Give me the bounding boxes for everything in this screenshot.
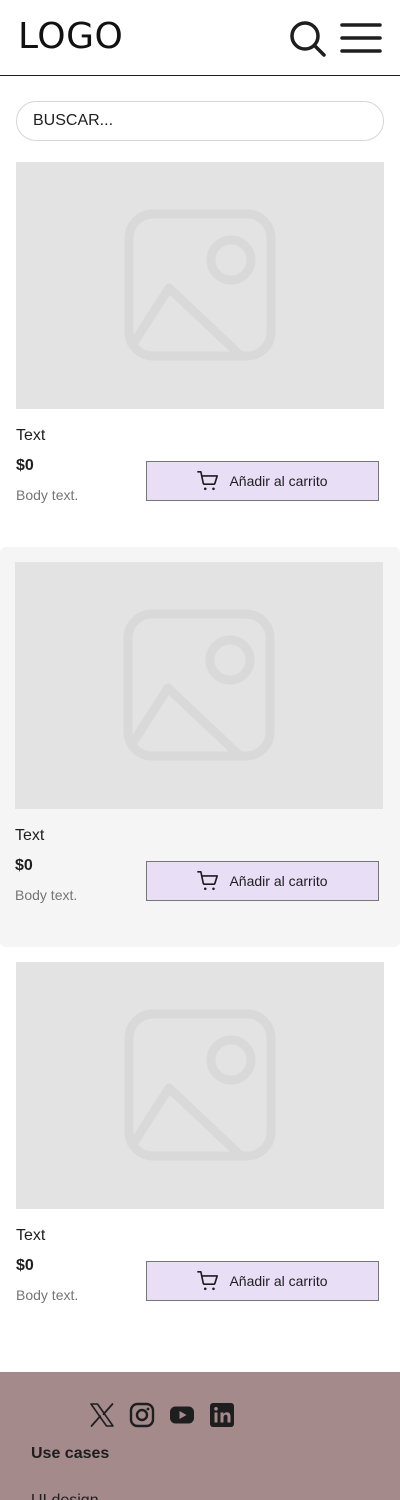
site-header: LOGO xyxy=(0,0,400,76)
product-price: $0 xyxy=(15,857,33,874)
product-title: Text xyxy=(15,827,45,844)
shopping-cart-icon xyxy=(197,471,219,491)
product-price: $0 xyxy=(16,457,34,474)
product-title: Text xyxy=(16,1227,46,1244)
logo[interactable]: LOGO xyxy=(18,16,123,57)
shopping-cart-icon xyxy=(197,871,219,891)
add-to-cart-label: Añadir al carrito xyxy=(229,873,328,889)
site-footer: Use cases UI design xyxy=(0,1372,400,1500)
search-icon[interactable] xyxy=(289,20,327,58)
search-placeholder: BUSCAR... xyxy=(33,112,114,129)
search-input[interactable]: BUSCAR... xyxy=(16,101,384,141)
shopping-cart-icon xyxy=(197,1271,219,1291)
product-image[interactable] xyxy=(16,962,384,1209)
product-image[interactable] xyxy=(16,162,384,409)
product-card: Text $0 Body text. Añadir al carrito xyxy=(0,547,400,947)
product-body-text: Body text. xyxy=(16,487,79,503)
add-to-cart-button[interactable]: Añadir al carrito xyxy=(146,1261,379,1301)
linkedin-icon[interactable] xyxy=(209,1402,235,1428)
add-to-cart-button[interactable]: Añadir al carrito xyxy=(146,861,379,901)
product-title: Text xyxy=(16,427,46,444)
youtube-icon[interactable] xyxy=(169,1402,195,1428)
product-image[interactable] xyxy=(15,562,383,809)
product-body-text: Body text. xyxy=(16,1287,79,1303)
image-placeholder-icon xyxy=(124,209,276,361)
add-to-cart-button[interactable]: Añadir al carrito xyxy=(146,461,379,501)
hamburger-menu-icon[interactable] xyxy=(340,22,382,54)
image-placeholder-icon xyxy=(123,609,275,761)
instagram-icon[interactable] xyxy=(129,1402,155,1428)
add-to-cart-label: Añadir al carrito xyxy=(229,473,328,489)
footer-link[interactable]: UI design xyxy=(31,1492,99,1500)
image-placeholder-icon xyxy=(124,1009,276,1161)
product-card: Text $0 Body text. Añadir al carrito xyxy=(0,147,400,547)
product-price: $0 xyxy=(16,1257,34,1274)
x-icon[interactable] xyxy=(89,1402,115,1428)
product-card: Text $0 Body text. Añadir al carrito xyxy=(0,947,400,1347)
footer-heading: Use cases xyxy=(31,1445,110,1462)
product-body-text: Body text. xyxy=(15,887,78,903)
add-to-cart-label: Añadir al carrito xyxy=(229,1273,328,1289)
